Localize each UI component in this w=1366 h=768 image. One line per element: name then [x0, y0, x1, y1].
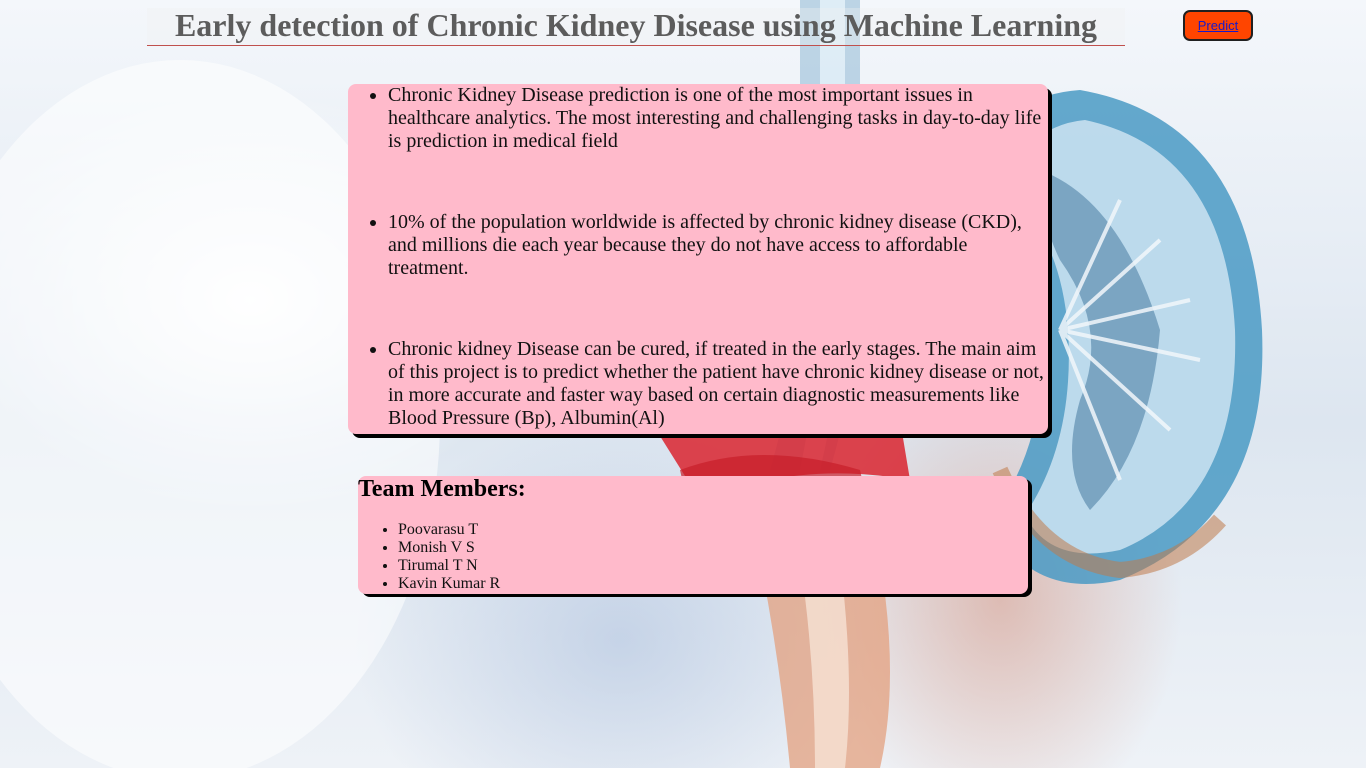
- header-bar: Early detection of Chronic Kidney Diseas…: [147, 7, 1125, 46]
- info-item: Chronic Kidney Disease prediction is one…: [388, 84, 1048, 153]
- team-member: Tirumal T N: [398, 557, 500, 575]
- team-member: Poovarasu T: [398, 521, 500, 539]
- team-card: Team Members: Poovarasu T Monish V S Tir…: [358, 476, 1028, 594]
- team-heading: Team Members:: [358, 476, 526, 502]
- team-list: Poovarasu T Monish V S Tirumal T N Kavin…: [358, 521, 500, 593]
- info-item: 10% of the population worldwide is affec…: [388, 211, 1038, 280]
- predict-button[interactable]: Predict: [1183, 10, 1253, 41]
- info-card: Chronic Kidney Disease prediction is one…: [348, 84, 1048, 434]
- info-item: Chronic kidney Disease can be cured, if …: [388, 338, 1048, 430]
- page-title: Early detection of Chronic Kidney Diseas…: [174, 7, 1098, 43]
- team-member: Monish V S: [398, 539, 500, 557]
- team-member: Kavin Kumar R: [398, 575, 500, 593]
